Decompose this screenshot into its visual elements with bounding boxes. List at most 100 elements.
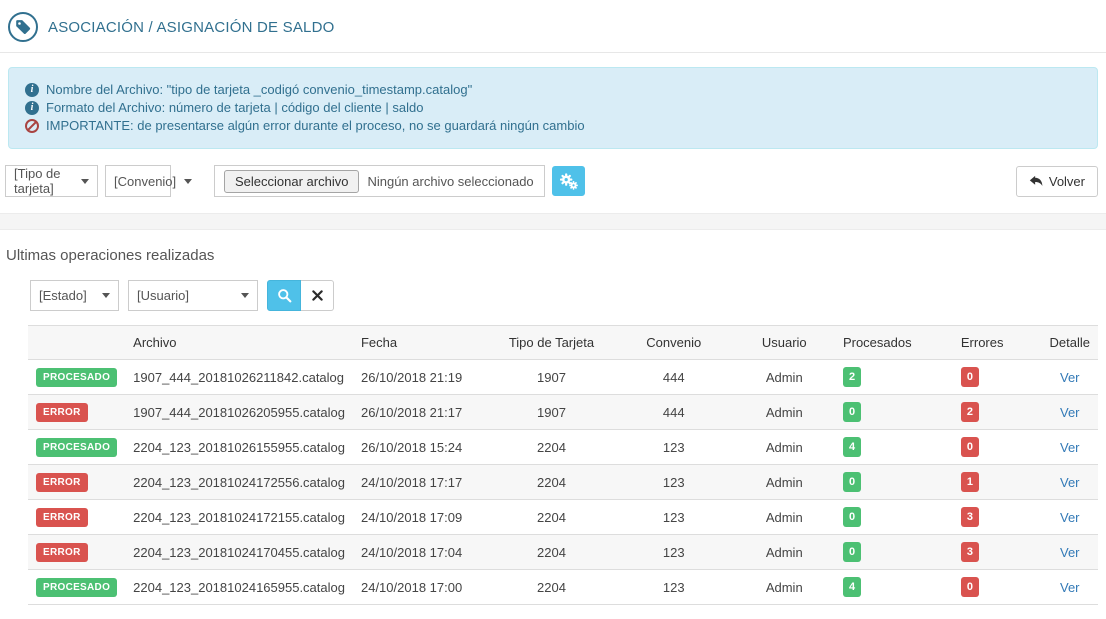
- back-button[interactable]: Volver: [1015, 165, 1098, 197]
- card-type-select[interactable]: [Tipo de tarjeta]: [5, 165, 98, 197]
- cell-convenio: 123: [613, 429, 734, 465]
- header-detalle: Detalle: [1041, 325, 1098, 360]
- error-count-badge: 1: [960, 472, 979, 492]
- view-detail-link[interactable]: Ver: [1060, 580, 1080, 595]
- cell-usuario: Admin: [733, 569, 835, 605]
- info-line-text: Formato del Archivo: número de tarjeta |…: [46, 100, 424, 115]
- user-filter-value: [Usuario]: [137, 288, 190, 303]
- select-file-button[interactable]: Seleccionar archivo: [224, 169, 360, 193]
- upload-toolbar: [Tipo de tarjeta] [Convenio] Seleccionar…: [0, 161, 1106, 211]
- view-detail-link[interactable]: Ver: [1060, 545, 1080, 560]
- status-filter-select[interactable]: [Estado]: [30, 280, 119, 311]
- user-filter-select[interactable]: [Usuario]: [128, 280, 258, 311]
- info-line-text: IMPORTANTE: de presentarse algún error d…: [46, 118, 585, 133]
- cell-tipo-tarjeta: 2204: [488, 429, 614, 465]
- cell-archivo: 2204_123_20181024172556.catalog: [125, 464, 353, 500]
- cell-fecha: 26/10/2018 15:24: [352, 429, 489, 465]
- search-button[interactable]: [267, 280, 301, 311]
- info-icon: i: [25, 83, 39, 97]
- reply-arrow-icon: [1029, 175, 1043, 186]
- operations-table: Archivo Fecha Tipo de Tarjeta Convenio U…: [28, 325, 1098, 605]
- table-header-row: Archivo Fecha Tipo de Tarjeta Convenio U…: [28, 325, 1098, 360]
- status-badge: PROCESADO: [36, 437, 118, 457]
- processed-count-badge: 4: [842, 577, 862, 597]
- view-detail-link[interactable]: Ver: [1060, 440, 1080, 455]
- processed-count-badge: 0: [842, 472, 862, 492]
- cell-tipo-tarjeta: 2204: [488, 499, 614, 535]
- info-line-format: i Formato del Archivo: número de tarjeta…: [25, 99, 1081, 117]
- cell-archivo: 2204_123_20181024170455.catalog: [125, 534, 353, 570]
- cell-tipo-tarjeta: 2204: [488, 534, 614, 570]
- ban-icon: [25, 119, 39, 133]
- info-box: i Nombre del Archivo: "tipo de tarjeta _…: [8, 67, 1098, 149]
- cell-convenio: 123: [613, 499, 734, 535]
- error-count-badge: 0: [960, 367, 979, 387]
- status-filter-value: [Estado]: [39, 288, 87, 303]
- cell-convenio: 123: [613, 534, 734, 570]
- status-badge: ERROR: [36, 402, 88, 422]
- operations-table-body: PROCESADO 1907_444_20181026211842.catalo…: [28, 359, 1098, 605]
- status-badge: PROCESADO: [36, 367, 118, 387]
- file-status-text: Ningún archivo seleccionado: [367, 173, 534, 189]
- chevron-down-icon: [81, 178, 89, 184]
- cell-fecha: 24/10/2018 17:00: [352, 569, 489, 605]
- cell-convenio: 123: [613, 464, 734, 500]
- search-icon: [277, 289, 291, 303]
- file-input[interactable]: Seleccionar archivo Ningún archivo selec…: [214, 165, 545, 197]
- table-row: PROCESADO 2204_123_20181024165955.catalo…: [28, 569, 1098, 605]
- operations-table-wrap: Archivo Fecha Tipo de Tarjeta Convenio U…: [0, 325, 1106, 619]
- error-count-badge: 2: [960, 402, 979, 422]
- gears-icon: [559, 172, 578, 190]
- close-icon: [311, 290, 323, 301]
- cell-archivo: 1907_444_20181026211842.catalog: [125, 359, 353, 395]
- cell-usuario: Admin: [733, 499, 835, 535]
- view-detail-link[interactable]: Ver: [1060, 370, 1080, 385]
- cell-convenio: 123: [613, 569, 734, 605]
- header-usuario: Usuario: [733, 325, 835, 360]
- cell-tipo-tarjeta: 2204: [488, 464, 614, 500]
- info-line-filename: i Nombre del Archivo: "tipo de tarjeta _…: [25, 81, 1081, 99]
- cell-archivo: 1907_444_20181026205955.catalog: [125, 394, 353, 430]
- back-button-label: Volver: [1048, 173, 1085, 189]
- agreement-select[interactable]: [Convenio]: [105, 165, 193, 197]
- cell-fecha: 26/10/2018 21:19: [352, 359, 489, 395]
- operations-filters: [Estado] [Usuario]: [0, 278, 1106, 325]
- header-status: [28, 325, 126, 360]
- clear-filters-button[interactable]: [301, 280, 334, 311]
- cell-usuario: Admin: [733, 464, 835, 500]
- error-count-badge: 3: [960, 507, 979, 527]
- cell-usuario: Admin: [733, 534, 835, 570]
- cell-fecha: 24/10/2018 17:09: [352, 499, 489, 535]
- error-count-badge: 0: [960, 437, 979, 457]
- cell-usuario: Admin: [733, 394, 835, 430]
- cell-convenio: 444: [613, 359, 734, 395]
- chevron-down-icon: [241, 293, 249, 298]
- cell-tipo-tarjeta: 1907: [488, 394, 614, 430]
- table-row: ERROR 2204_123_20181024170455.catalog 24…: [28, 534, 1098, 570]
- view-detail-link[interactable]: Ver: [1060, 405, 1080, 420]
- process-button[interactable]: [551, 166, 585, 196]
- table-row: PROCESADO 2204_123_20181026155955.catalo…: [28, 429, 1098, 465]
- header-fecha: Fecha: [352, 325, 489, 360]
- processed-count-badge: 0: [842, 542, 862, 562]
- view-detail-link[interactable]: Ver: [1060, 475, 1080, 490]
- error-count-badge: 0: [960, 577, 979, 597]
- chevron-down-icon: [184, 178, 193, 184]
- status-badge: PROCESADO: [36, 577, 118, 597]
- cell-usuario: Admin: [733, 359, 835, 395]
- processed-count-badge: 4: [842, 437, 862, 457]
- agreement-select-value: [Convenio]: [114, 173, 177, 189]
- status-badge: ERROR: [36, 507, 88, 527]
- chevron-down-icon: [102, 293, 110, 298]
- view-detail-link[interactable]: Ver: [1060, 510, 1080, 525]
- card-type-select-value: [Tipo de tarjeta]: [14, 166, 61, 196]
- header-tipo-tarjeta: Tipo de Tarjeta: [488, 325, 614, 360]
- header-errores: Errores: [952, 325, 1042, 360]
- page-title: ASOCIACIÓN / ASIGNACIÓN DE SALDO: [48, 18, 335, 36]
- table-row: PROCESADO 1907_444_20181026211842.catalo…: [28, 359, 1098, 395]
- info-icon: i: [25, 101, 39, 115]
- cell-convenio: 444: [613, 394, 734, 430]
- cell-archivo: 2204_123_20181026155955.catalog: [125, 429, 353, 465]
- processed-count-badge: 0: [842, 507, 862, 527]
- processed-count-badge: 2: [842, 367, 862, 387]
